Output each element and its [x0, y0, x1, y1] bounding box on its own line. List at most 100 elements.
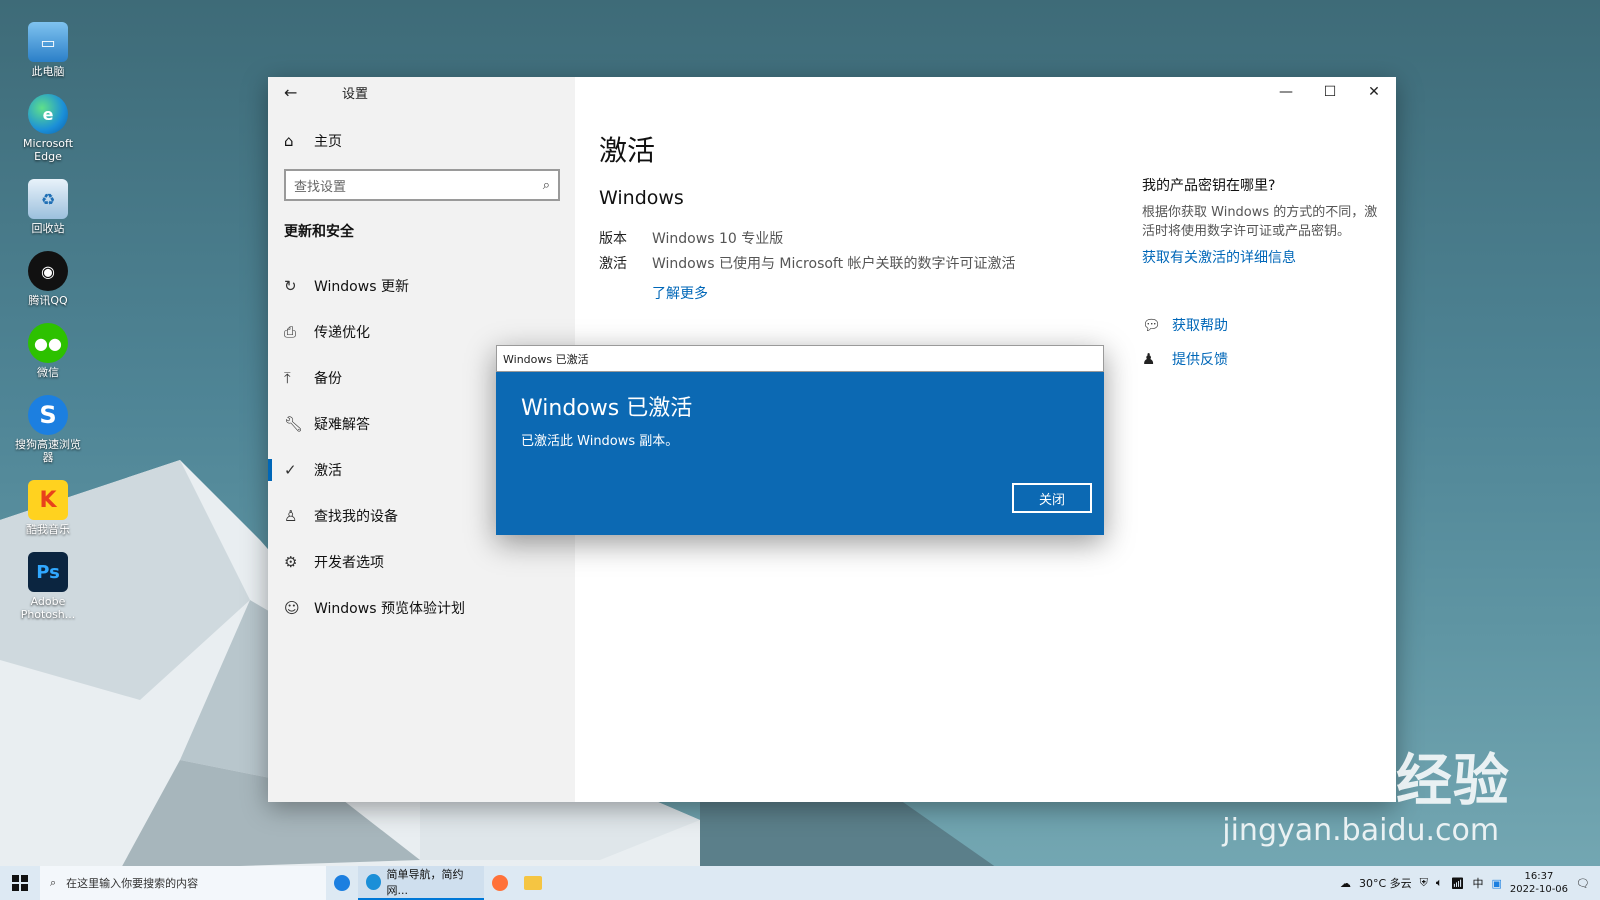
- watermark-line1: Baidu经验: [1211, 749, 1510, 814]
- wechat-icon: ●●: [28, 323, 68, 363]
- feedback-person-icon: ♟: [1142, 350, 1156, 368]
- desktop-icon-this-pc[interactable]: ▭ 此电脑: [12, 22, 84, 78]
- kuwo-music-icon: K: [28, 480, 68, 520]
- windows-subtitle: Windows: [599, 187, 684, 209]
- app-tray-icon[interactable]: ▣: [1492, 877, 1502, 890]
- photoshop-icon: Ps: [28, 552, 68, 592]
- desktop-icon-label: Adobe Photosh...: [20, 595, 76, 621]
- minimize-icon[interactable]: —: [1264, 77, 1308, 107]
- edge-icon: [366, 874, 381, 890]
- edition-value: Windows 10 专业版: [652, 231, 784, 247]
- product-key-heading: 我的产品密钥在哪里?: [1142, 178, 1276, 194]
- nav-label: 开发者选项: [314, 555, 384, 571]
- activation-dialog: Windows 已激活 Windows 已激活 已激活此 Windows 副本。…: [496, 345, 1104, 535]
- clock[interactable]: 16:37 2022-10-06: [1510, 870, 1568, 896]
- desktop-icon-edge[interactable]: e Microsoft Edge: [12, 94, 84, 163]
- delivery-icon: ⎙: [284, 323, 297, 341]
- weather-text[interactable]: 30°C 多云: [1359, 875, 1412, 891]
- folder-icon: [524, 876, 542, 890]
- network-icon[interactable]: 📶︎: [1451, 877, 1465, 890]
- start-button[interactable]: [0, 866, 40, 900]
- feedback-label: 提供反馈: [1172, 352, 1228, 368]
- chat-help-icon: 💬︎: [1142, 316, 1162, 334]
- home-icon: ⌂: [284, 132, 294, 150]
- maximize-icon[interactable]: ☐: [1308, 77, 1352, 107]
- qq-icon: ◉: [28, 251, 68, 291]
- dialog-title-bar: Windows 已激活: [496, 345, 1104, 372]
- dialog-body: Windows 已激活 已激活此 Windows 副本。 关闭: [496, 372, 1104, 535]
- desktop-icon-label: 腾讯QQ: [28, 294, 68, 307]
- learn-more-link[interactable]: 了解更多: [652, 283, 708, 303]
- taskbar-app-label: 简单导航，简约网...: [386, 868, 464, 897]
- desktop-icons: ▭ 此电脑 e Microsoft Edge ♻ 回收站 ◉ 腾讯QQ ●● 微…: [12, 22, 84, 637]
- taskbar-edge-window[interactable]: 简单导航，简约网...: [358, 866, 484, 900]
- windows-logo-icon: [12, 875, 28, 891]
- product-key-paragraph: 根据你获取 Windows 的方式的不同，激活时将使用数字许可证或产品密钥。: [1142, 205, 1378, 239]
- security-shield-icon[interactable]: ⛨: [1420, 876, 1428, 890]
- close-icon[interactable]: ✕: [1352, 77, 1396, 107]
- dialog-close-button[interactable]: 关闭: [1012, 483, 1092, 513]
- recycle-bin-icon: ♻: [28, 179, 68, 219]
- nav-item-developer[interactable]: ⚙ 开发者选项: [268, 539, 575, 585]
- section-heading: 更新和安全: [284, 224, 354, 240]
- feedback-link[interactable]: ♟ 提供反馈: [1142, 349, 1382, 369]
- sogou-browser-icon: [334, 875, 350, 891]
- wrench-icon: 🔧︎: [284, 415, 304, 433]
- notification-icon[interactable]: 🗨︎: [1576, 877, 1590, 890]
- nav-label: 备份: [314, 371, 342, 387]
- back-arrow-icon[interactable]: ←: [284, 83, 308, 102]
- firefox-icon: [492, 875, 508, 891]
- get-help-label: 获取帮助: [1172, 318, 1228, 334]
- desktop-icon-qq[interactable]: ◉ 腾讯QQ: [12, 251, 84, 307]
- home-link[interactable]: ⌂ 主页: [268, 131, 575, 151]
- desktop-icon-label: 酷我音乐: [26, 523, 70, 536]
- activation-details-link[interactable]: 获取有关激活的详细信息: [1142, 247, 1382, 267]
- taskbar-file-explorer[interactable]: [516, 866, 550, 900]
- dev-tools-icon: ⚙: [284, 553, 298, 571]
- home-label: 主页: [314, 134, 342, 150]
- activation-value: Windows 已使用与 Microsoft 帐户关联的数字许可证激活: [652, 256, 1016, 272]
- computer-icon: ▭: [28, 22, 68, 62]
- nav-label: Windows 预览体验计划: [314, 601, 465, 617]
- nav-label: Windows 更新: [314, 279, 409, 295]
- get-help-link[interactable]: 💬︎ 获取帮助: [1142, 315, 1382, 335]
- search-icon: ⌕: [50, 876, 57, 889]
- insider-cat-icon: ☺: [284, 599, 300, 617]
- clock-date: 2022-10-06: [1509, 884, 1569, 895]
- refresh-icon: ↻: [284, 277, 297, 295]
- desktop-icon-recycle-bin[interactable]: ♻ 回收站: [12, 179, 84, 235]
- sogou-browser-icon: S: [28, 395, 68, 435]
- related-panel: 我的产品密钥在哪里? 根据你获取 Windows 的方式的不同，激活时将使用数字…: [1142, 175, 1382, 369]
- weather-icon[interactable]: ☁: [1340, 877, 1351, 890]
- search-icon[interactable]: ⌕: [543, 178, 550, 193]
- desktop-icon-kuwo[interactable]: K 酷我音乐: [12, 480, 84, 536]
- volume-icon[interactable]: 🔈︎: [1436, 876, 1443, 890]
- taskbar-firefox[interactable]: [484, 866, 516, 900]
- taskbar-search-placeholder: 在这里输入你要搜索的内容: [66, 877, 199, 890]
- desktop-icon-wechat[interactable]: ●● 微信: [12, 323, 84, 379]
- window-title: 设置: [342, 86, 369, 102]
- desktop-icon-photoshop[interactable]: Ps Adobe Photosh...: [12, 552, 84, 621]
- search-placeholder: 查找设置: [294, 179, 347, 195]
- baidu-watermark: Baidu经验 jingyan.baidu.com: [1211, 736, 1510, 848]
- nav-label: 疑难解答: [314, 417, 370, 433]
- desktop-icon-label: Microsoft Edge: [22, 137, 74, 163]
- settings-search-input[interactable]: 查找设置 ⌕: [284, 169, 560, 201]
- desktop-icon-sogou[interactable]: S 搜狗高速浏览器: [12, 395, 84, 464]
- nav-item-insider[interactable]: ☺ Windows 预览体验计划: [268, 585, 575, 631]
- system-tray: ☁ 30°C 多云 ⛨ 🔈︎ 📶︎ 中 ▣ 16:37 2022-10-06 🗨…: [1340, 866, 1600, 900]
- window-controls: — ☐ ✕: [1264, 77, 1396, 107]
- nav-item-windows-update[interactable]: ↻ Windows 更新: [268, 263, 575, 309]
- taskbar-sogou[interactable]: [326, 866, 358, 900]
- desktop-icon-label: 回收站: [31, 222, 65, 235]
- desktop-icon-label: 此电脑: [31, 65, 65, 78]
- activation-label: 激活: [599, 256, 627, 272]
- edition-label: 版本: [599, 231, 627, 247]
- edition-row: 版本 Windows 10 专业版: [599, 228, 783, 248]
- person-pin-icon: ♙: [284, 507, 298, 525]
- taskbar-search-input[interactable]: ⌕ 在这里输入你要搜索的内容: [40, 866, 326, 900]
- edge-icon: e: [28, 94, 68, 134]
- nav-label: 查找我的设备: [314, 509, 398, 525]
- desktop-icon-label: 搜狗高速浏览器: [15, 438, 81, 464]
- ime-icon[interactable]: 中: [1473, 875, 1484, 891]
